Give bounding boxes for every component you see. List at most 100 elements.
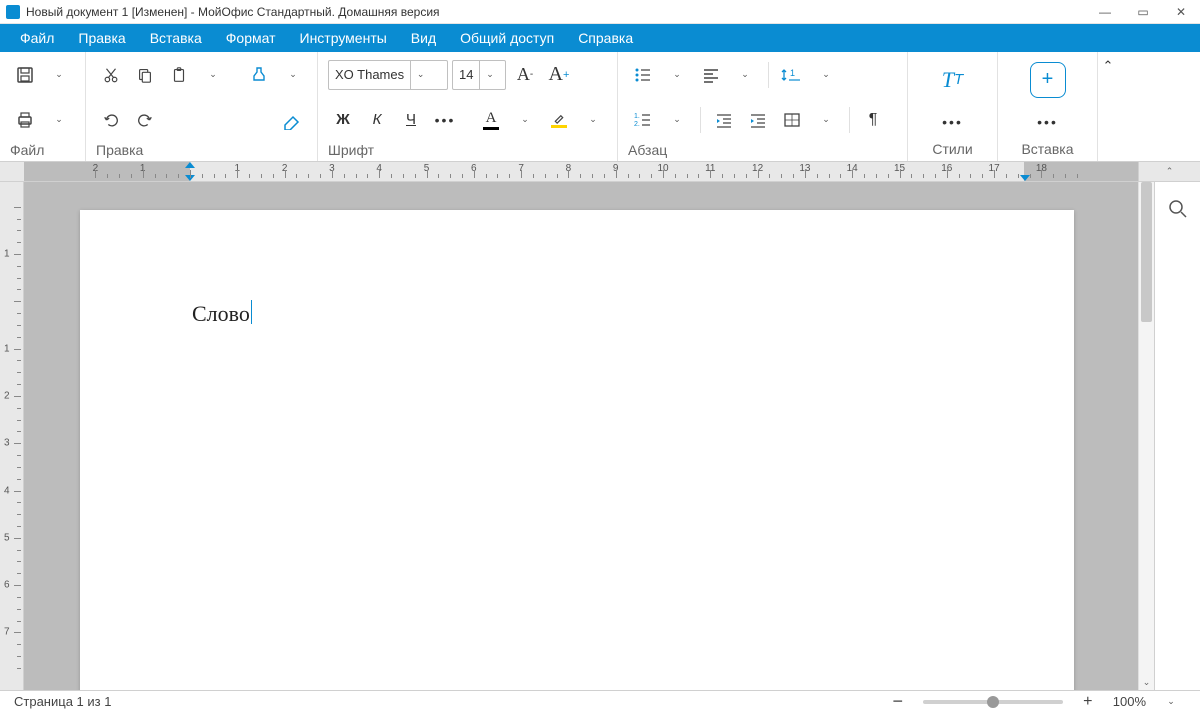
first-line-indent-marker[interactable]: [185, 162, 195, 168]
status-bar: Страница 1 из 1 − + 100% ⌄: [0, 690, 1200, 712]
print-button[interactable]: [10, 105, 40, 135]
highlight-button[interactable]: [544, 105, 574, 135]
bullet-list-button[interactable]: [628, 60, 658, 90]
app-icon: [6, 5, 20, 19]
font-increase-button[interactable]: A+: [544, 60, 574, 90]
decrease-indent-button[interactable]: [709, 105, 739, 135]
font-color-button[interactable]: A: [476, 105, 506, 135]
vertical-scrollbar[interactable]: ⌄: [1138, 182, 1154, 690]
menu-help[interactable]: Справка: [566, 26, 645, 50]
document-canvas[interactable]: Слово: [24, 182, 1138, 690]
more-font-button[interactable]: •••: [430, 105, 460, 135]
numbered-list-button[interactable]: 1.2.: [628, 105, 658, 135]
group-paragraph-label: Абзац: [618, 142, 907, 162]
align-button[interactable]: [696, 60, 726, 90]
svg-text:2.: 2.: [634, 121, 640, 128]
search-icon[interactable]: [1163, 194, 1193, 224]
font-name-value: XO Thames: [335, 67, 404, 82]
paste-button[interactable]: [164, 60, 194, 90]
menu-share[interactable]: Общий доступ: [448, 26, 566, 50]
group-edit-label: Правка: [86, 142, 317, 162]
cut-button[interactable]: [96, 60, 126, 90]
window-controls: — ▭ ✕: [1098, 5, 1188, 19]
scroll-up-arrow[interactable]: ⌃: [1166, 164, 1174, 180]
font-name-select[interactable]: XO Thames⌄: [328, 60, 448, 90]
borders-dropdown[interactable]: ⌄: [811, 105, 841, 135]
font-decrease-button[interactable]: A-: [510, 60, 540, 90]
right-indent-marker[interactable]: [1020, 175, 1030, 181]
insert-button[interactable]: +: [1030, 62, 1066, 98]
font-color-dropdown[interactable]: ⌄: [510, 105, 540, 135]
group-font: XO Thames⌄ 14⌄ A- A+ Ж К Ч ••• A ⌄ ⌄ Шри…: [318, 52, 618, 161]
scrollbar-thumb[interactable]: [1141, 182, 1152, 322]
toolbar: ⌄ ⌄ Файл ⌄ ⌄: [0, 52, 1200, 162]
save-dropdown[interactable]: ⌄: [44, 60, 74, 90]
more-styles-button[interactable]: •••: [938, 107, 968, 137]
group-insert: + ••• Вставка: [998, 52, 1098, 161]
minimize-button[interactable]: —: [1098, 5, 1112, 19]
font-size-select[interactable]: 14⌄: [452, 60, 506, 90]
pilcrow-button[interactable]: ¶: [858, 105, 888, 135]
close-button[interactable]: ✕: [1174, 5, 1188, 19]
line-spacing-button[interactable]: 1: [777, 60, 807, 90]
separator: [768, 62, 769, 88]
document-text[interactable]: Слово: [192, 301, 250, 326]
maximize-button[interactable]: ▭: [1136, 5, 1150, 19]
save-button[interactable]: [10, 60, 40, 90]
page-status: Страница 1 из 1: [14, 694, 883, 709]
align-dropdown[interactable]: ⌄: [730, 60, 760, 90]
menu-edit[interactable]: Правка: [66, 26, 137, 50]
borders-button[interactable]: [777, 105, 807, 135]
eraser-button[interactable]: [277, 105, 307, 135]
svg-text:1.: 1.: [634, 113, 640, 120]
title-bar: Новый документ 1 [Изменен] - МойОфис Ста…: [0, 0, 1200, 24]
format-painter-button[interactable]: [244, 60, 274, 90]
menu-tools[interactable]: Инструменты: [288, 26, 399, 50]
increase-indent-button[interactable]: [743, 105, 773, 135]
page[interactable]: Слово: [80, 210, 1074, 690]
window-title: Новый документ 1 [Изменен] - МойОфис Ста…: [26, 5, 1098, 19]
paste-dropdown[interactable]: ⌄: [198, 60, 228, 90]
numbered-list-dropdown[interactable]: ⌄: [662, 105, 692, 135]
svg-text:1: 1: [790, 68, 795, 78]
right-sidebar: [1154, 182, 1200, 690]
bold-button[interactable]: Ж: [328, 105, 358, 135]
group-edit: ⌄ ⌄ Правка: [86, 52, 318, 161]
zoom-dropdown[interactable]: ⌄: [1156, 687, 1186, 717]
group-spacer: ⌃: [1098, 52, 1200, 161]
menu-view[interactable]: Вид: [399, 26, 448, 50]
menu-bar: Файл Правка Вставка Формат Инструменты В…: [0, 24, 1200, 52]
more-insert-button[interactable]: •••: [1033, 107, 1063, 137]
group-insert-label: Вставка: [1011, 141, 1083, 161]
font-size-value: 14: [459, 67, 473, 82]
menu-file[interactable]: Файл: [8, 26, 66, 50]
zoom-controls: − + 100% ⌄: [883, 687, 1186, 717]
group-file: ⌄ ⌄ Файл: [0, 52, 86, 161]
zoom-in-button[interactable]: +: [1073, 687, 1103, 717]
undo-button[interactable]: [96, 105, 126, 135]
highlight-dropdown[interactable]: ⌄: [578, 105, 608, 135]
vertical-ruler[interactable]: 11234567: [0, 182, 24, 690]
redo-button[interactable]: [130, 105, 160, 135]
italic-button[interactable]: К: [362, 105, 392, 135]
zoom-out-button[interactable]: −: [883, 687, 913, 717]
collapse-ribbon-button[interactable]: ⌃: [1098, 52, 1118, 74]
group-file-label: Файл: [0, 142, 85, 162]
group-styles: TT ••• Стили: [908, 52, 998, 161]
menu-insert[interactable]: Вставка: [138, 26, 214, 50]
print-dropdown[interactable]: ⌄: [44, 105, 74, 135]
group-paragraph: ⌄ ⌄ 1 ⌄ 1.2. ⌄ ⌄ ¶ Абзац: [618, 52, 908, 161]
zoom-value: 100%: [1113, 694, 1146, 709]
menu-format[interactable]: Формат: [214, 26, 288, 50]
zoom-slider[interactable]: [923, 700, 1063, 704]
horizontal-ruler[interactable]: 21123456789101112131415161718 ⌃: [0, 162, 1200, 182]
line-spacing-dropdown[interactable]: ⌄: [811, 60, 841, 90]
styles-button[interactable]: TT: [938, 65, 968, 95]
zoom-slider-thumb[interactable]: [987, 696, 999, 708]
copy-button[interactable]: [130, 60, 160, 90]
text-cursor: [251, 300, 252, 324]
format-painter-dropdown[interactable]: ⌄: [278, 60, 308, 90]
underline-button[interactable]: Ч: [396, 105, 426, 135]
group-styles-label: Стили: [922, 141, 982, 161]
bullet-list-dropdown[interactable]: ⌄: [662, 60, 692, 90]
